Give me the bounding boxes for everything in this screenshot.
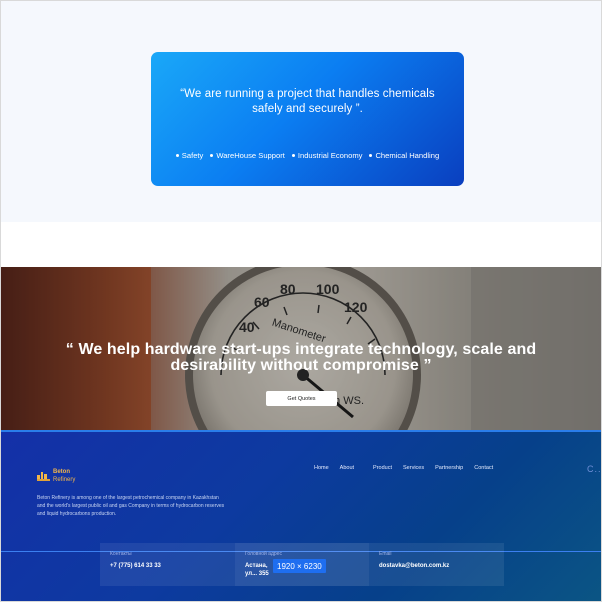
nav-item-partnership[interactable]: Partnership [435,465,463,471]
tag-item: Chemical Handling [369,151,439,160]
footer: Beton Refinery Beton Refinery is among o… [1,430,601,601]
hero-title: “ We help hardware start-ups integrate t… [65,341,537,374]
nav-overflow[interactable]: C... [587,464,601,474]
logo[interactable]: Beton Refinery [37,468,75,484]
logo-text: Beton Refinery [53,468,75,484]
contact-label: Головной адрес [245,551,282,557]
bullet-icon [369,154,373,157]
section-spacer [1,222,601,267]
tag-label: Chemical Handling [375,151,440,160]
nav-item-contact[interactable]: Contact [474,465,493,471]
quote-section: “We are running a project that handles c… [1,1,601,222]
get-quotes-button[interactable]: Get Quotes [266,391,337,406]
nav-item-product[interactable]: Product [373,465,392,471]
contact-phone[interactable]: +7 (775) 614 33 33 [110,562,225,570]
bullet-icon [175,154,179,157]
dimension-badge: 1920 × 6230 [273,559,326,573]
tag-item: WareHouse Support [210,151,285,160]
tag-label: Industrial Economy [297,151,363,160]
contact-email-box: Email dostavka@beton.com.kz [369,543,504,586]
contact-phone-box: Контакты +7 (775) 614 33 33 [100,543,235,586]
contact-email[interactable]: dostavka@beton.com.kz [379,562,494,570]
tag-label: Safety [181,151,204,160]
page-frame: “We are running a project that handles c… [0,0,602,602]
tag-item: Safety [175,151,204,160]
contact-label: Контакты [110,551,132,557]
nav-item-home[interactable]: Home [314,465,329,471]
bullet-icon [291,154,295,157]
about-text: Beton Refinery is among one of the large… [37,495,225,517]
bullet-icon [210,154,214,157]
footer-nav: Home About Product Services Partnership … [314,465,493,471]
tag-item: Industrial Economy [291,151,363,160]
tag-list: Safety WareHouse Support Industrial Econ… [151,151,464,160]
quote-text: “We are running a project that handles c… [180,88,435,115]
refinery-logo-icon [37,472,50,481]
contact-label: Email [379,551,392,557]
tag-label: WareHouse Support [216,151,285,160]
nav-item-services[interactable]: Services [403,465,424,471]
nav-item-about[interactable]: About [340,465,354,471]
logo-name: Beton [53,469,70,475]
logo-sub: Refinery [53,477,76,483]
quote-card: “We are running a project that handles c… [151,52,464,186]
